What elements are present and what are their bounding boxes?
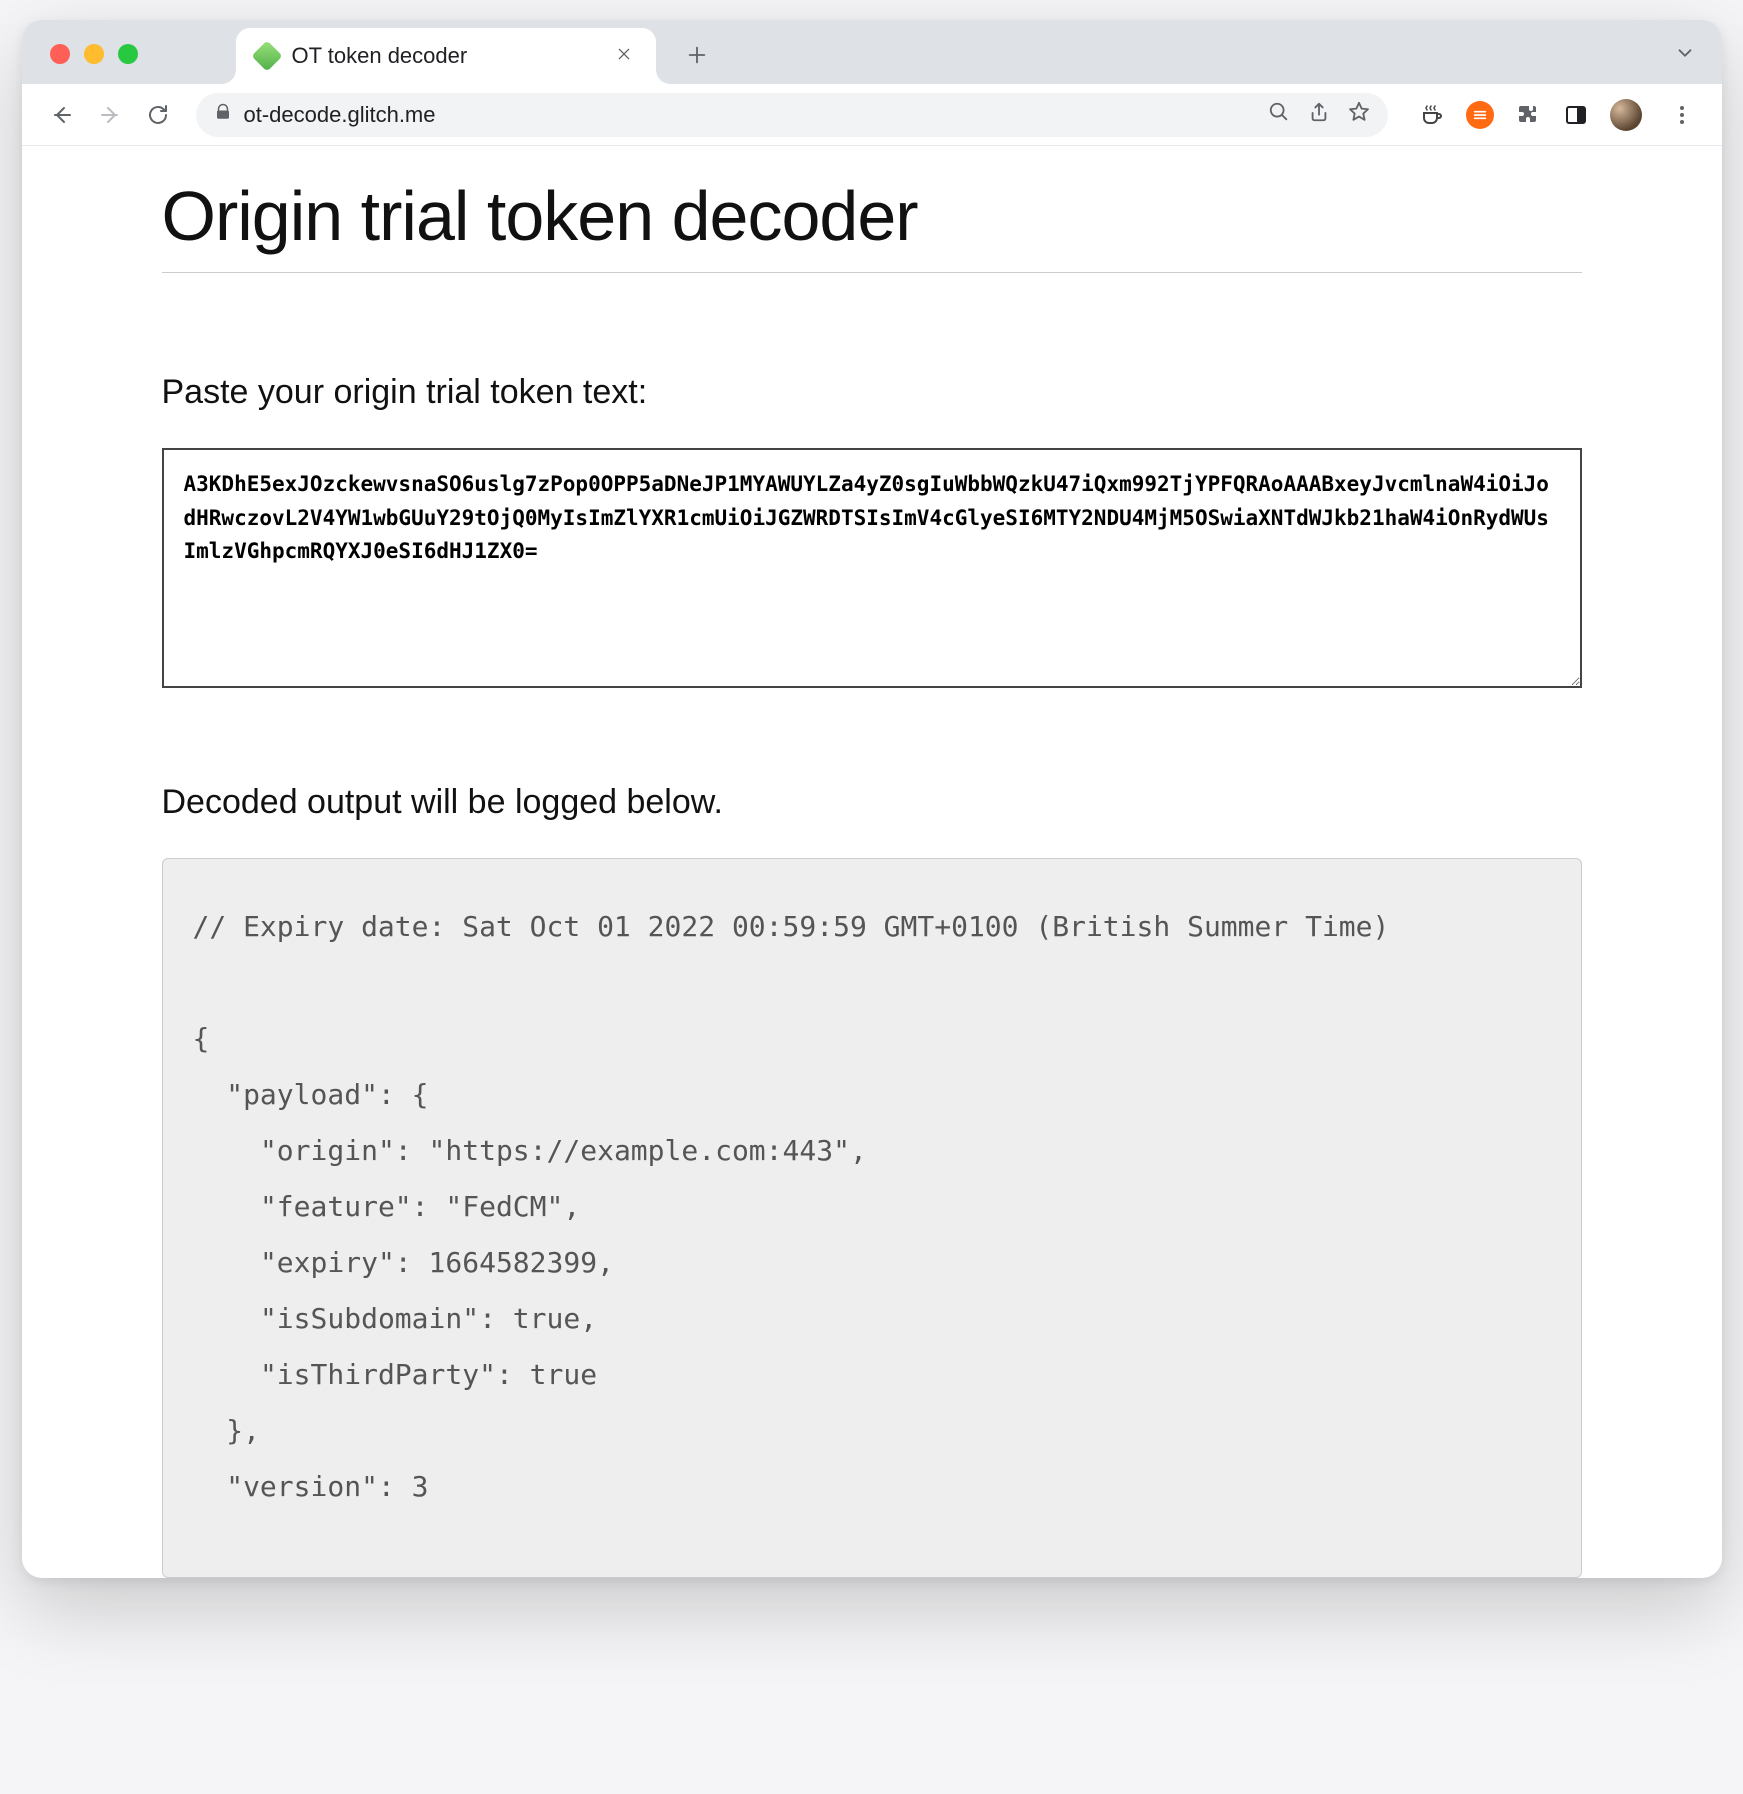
extension-coffee-icon[interactable]: [1418, 101, 1446, 129]
tab-favicon-icon: [251, 40, 282, 71]
back-button[interactable]: [42, 95, 82, 135]
token-textarea[interactable]: [162, 448, 1582, 688]
extensions-button[interactable]: [1514, 101, 1542, 129]
extension-icons: [1406, 95, 1702, 135]
close-tab-button[interactable]: [612, 41, 636, 72]
paste-label: Paste your origin trial token text:: [162, 373, 1582, 412]
tab-strip: OT token decoder: [22, 20, 1722, 84]
profile-avatar[interactable]: [1610, 99, 1642, 131]
output-label: Decoded output will be logged below.: [162, 783, 1582, 822]
page-heading: Origin trial token decoder: [162, 176, 1582, 273]
address-bar[interactable]: ot-decode.glitch.me: [196, 93, 1388, 137]
bookmark-icon[interactable]: [1348, 101, 1370, 128]
reload-icon: [146, 103, 170, 127]
decoded-output: // Expiry date: Sat Oct 01 2022 00:59:59…: [162, 858, 1582, 1578]
close-window-button[interactable]: [50, 44, 70, 64]
browser-window: OT token decoder ot-decode.glitch.me: [22, 20, 1722, 1578]
search-icon[interactable]: [1268, 101, 1290, 128]
arrow-left-icon: [50, 103, 74, 127]
arrow-right-icon: [98, 103, 122, 127]
lock-icon: [214, 103, 232, 126]
new-tab-button[interactable]: [682, 40, 712, 70]
url-text: ot-decode.glitch.me: [244, 102, 1256, 128]
side-panel-button[interactable]: [1562, 101, 1590, 129]
tab-title: OT token decoder: [292, 43, 598, 69]
omnibox-actions: [1268, 101, 1370, 128]
reload-button[interactable]: [138, 95, 178, 135]
kebab-icon: [1670, 103, 1694, 127]
close-icon: [616, 46, 632, 62]
chevron-down-icon: [1674, 42, 1696, 64]
extension-orange-icon[interactable]: [1466, 101, 1494, 129]
browser-menu-button[interactable]: [1662, 95, 1702, 135]
tab-list-dropdown[interactable]: [1674, 42, 1696, 69]
page-content: Origin trial token decoder Paste your or…: [22, 146, 1722, 1578]
maximize-window-button[interactable]: [118, 44, 138, 64]
browser-tab[interactable]: OT token decoder: [236, 28, 656, 84]
share-icon[interactable]: [1308, 101, 1330, 128]
forward-button[interactable]: [90, 95, 130, 135]
minimize-window-button[interactable]: [84, 44, 104, 64]
window-controls: [50, 44, 138, 64]
plus-icon: [686, 44, 708, 66]
browser-toolbar: ot-decode.glitch.me: [22, 84, 1722, 146]
